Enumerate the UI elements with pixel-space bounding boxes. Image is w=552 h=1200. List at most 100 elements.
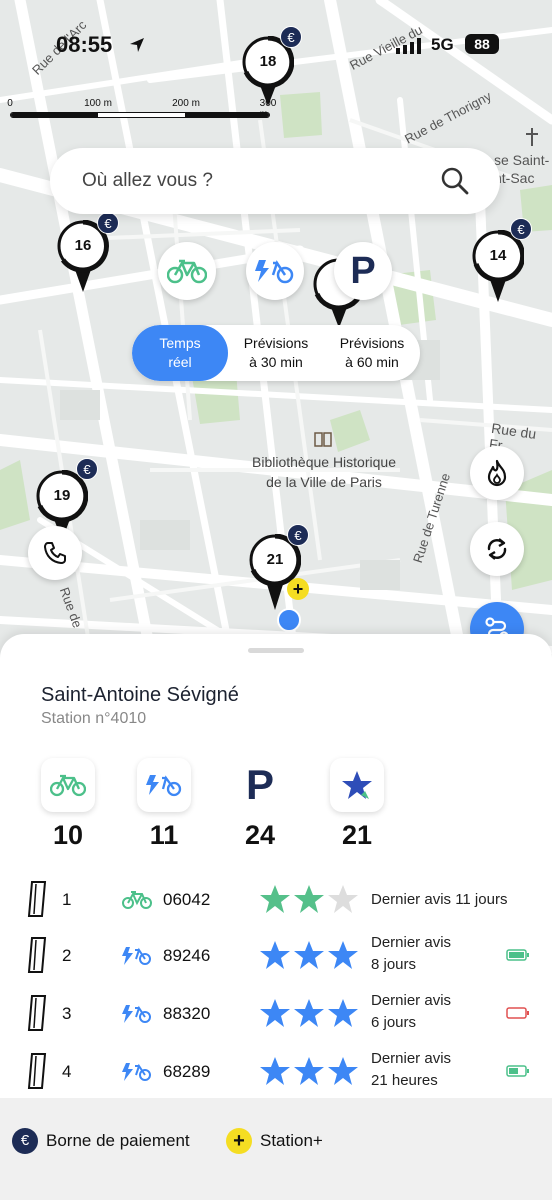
refresh-button[interactable] [470, 522, 524, 576]
map-legend: € Borne de paiement + Station+ [0, 1098, 552, 1200]
legend-payment-label: Borne de paiement [46, 1131, 190, 1150]
search-icon[interactable] [440, 166, 470, 196]
poi-library[interactable]: Bibliothèque Historique de la Ville de P… [236, 452, 412, 492]
filter-mechanical-button[interactable] [158, 242, 216, 300]
dock-number: 2 [62, 946, 72, 965]
plus-badge: + [287, 578, 309, 600]
review-line: 8 jours [371, 956, 417, 973]
status-bar: 08:55 5G 88 [0, 30, 552, 64]
poi-name-line2: de la Ville de Paris [266, 474, 382, 490]
bike-id: 06042 [163, 890, 211, 909]
station-marker-selected[interactable]: 21 € + [249, 524, 309, 610]
bike-rating[interactable] [259, 998, 359, 1033]
dock-icon [26, 936, 50, 979]
rating-star-icon [327, 1056, 359, 1091]
tab-forecast-30[interactable]: Prévisions à 30 min [228, 325, 324, 381]
tab-forecast-60[interactable]: Prévisions à 60 min [324, 325, 420, 381]
rating-star-icon [293, 998, 325, 1033]
filter-electric-button[interactable] [246, 242, 304, 300]
status-time: 08:55 [56, 32, 113, 57]
search-bar[interactable]: Où allez vous ? [50, 148, 500, 214]
review-line: Dernier avis [371, 934, 452, 951]
review-line: 6 jours [371, 1014, 417, 1031]
electric-bike-icon [122, 1004, 152, 1029]
legend-payment: € Borne de paiement [12, 1128, 190, 1154]
parking-icon: P [350, 249, 376, 292]
tab-label: réel [168, 354, 192, 370]
rating-star-icon [293, 1056, 325, 1091]
dock-row[interactable]: 4 68289 Dernier avis 21 heures [0, 1044, 552, 1100]
scale-label: 200 m [172, 98, 200, 109]
battery-icon [506, 1006, 530, 1024]
user-location-dot [277, 608, 301, 632]
review-line: Dernier avis 11 jours [371, 891, 508, 908]
dock-row[interactable]: 1 06042 Dernier avis 11 jours [0, 872, 552, 928]
parking-icon: P [245, 761, 274, 808]
bike-rating[interactable] [259, 940, 359, 975]
count-parking: 24 [244, 820, 276, 850]
bike-rating[interactable] [259, 884, 359, 919]
network-type: 5G [431, 35, 454, 54]
euro-badge: € [510, 218, 532, 240]
bike-id: 88320 [163, 1004, 211, 1023]
electric-bike-icon [146, 775, 182, 797]
bike-rating[interactable] [259, 1056, 359, 1091]
station-marker[interactable]: 16 € [57, 212, 119, 292]
electric-bike-icon [255, 260, 294, 284]
station-number: Station n°4010 [41, 710, 147, 727]
review-line: 21 heures [371, 1072, 438, 1089]
dock-row[interactable]: 3 88320 Dernier avis 6 jours [0, 986, 552, 1042]
rating-star-icon [327, 940, 359, 975]
tab-label: à 30 min [249, 354, 303, 370]
star-icon [342, 771, 372, 799]
phone-icon [44, 542, 66, 564]
heatmap-button[interactable] [470, 446, 524, 500]
poi-name-line1: Bibliothèque Historique [252, 454, 396, 470]
signal-icon [396, 38, 421, 54]
dock-icon [26, 1052, 50, 1095]
book-icon [314, 432, 332, 447]
legend-plus-label: Station+ [260, 1131, 323, 1150]
legend-station-plus: + Station+ [226, 1128, 323, 1154]
map-view[interactable]: Rue de Turenne Rue du Fr Rue de Rue Viei… [0, 0, 552, 700]
mechanical-bike-icon [167, 259, 207, 284]
dock-icon [26, 880, 50, 923]
mechanical-bike-icon [50, 774, 86, 797]
availability-mechanical [41, 758, 95, 812]
rating-star-icon [259, 940, 291, 975]
euro-badge: € [287, 524, 309, 546]
tab-label: à 60 min [345, 354, 399, 370]
review-line: Dernier avis [371, 1050, 452, 1067]
plus-icon: + [226, 1128, 252, 1154]
search-input[interactable]: Où allez vous ? [82, 170, 213, 192]
dock-number: 4 [62, 1062, 72, 1081]
tab-label: Prévisions [339, 335, 405, 351]
rating-star-icon [259, 884, 291, 919]
station-marker[interactable]: 14 € [472, 218, 532, 302]
tab-label: Prévisions [243, 335, 309, 351]
availability-favorite [330, 758, 384, 812]
call-button[interactable] [28, 526, 82, 580]
euro-badge: € [97, 212, 119, 234]
count-mechanical: 10 [52, 820, 84, 850]
time-mode-selector[interactable]: Temps réel Prévisions à 30 min Prévision… [132, 325, 420, 381]
dock-icon [26, 994, 50, 1037]
rating-star-icon [259, 1056, 291, 1091]
battery-icon [506, 948, 530, 966]
bike-id: 68289 [163, 1062, 211, 1081]
availability-electric [137, 758, 191, 812]
location-arrow-icon [130, 38, 144, 52]
euro-icon: € [12, 1128, 38, 1154]
rating-star-icon [293, 940, 325, 975]
flame-icon [487, 459, 507, 487]
dock-row[interactable]: 2 89246 Dernier avis 8 jours [0, 928, 552, 984]
sheet-drag-handle[interactable] [248, 648, 304, 653]
battery-icon [506, 1064, 530, 1082]
rating-star-icon [259, 998, 291, 1033]
bike-id: 89246 [163, 946, 211, 965]
dock-number: 3 [62, 1004, 72, 1023]
tab-realtime[interactable]: Temps réel [132, 325, 228, 381]
filter-parking-button[interactable]: P [334, 242, 392, 300]
dock-number: 1 [62, 890, 72, 909]
rating-star-icon [293, 884, 325, 919]
